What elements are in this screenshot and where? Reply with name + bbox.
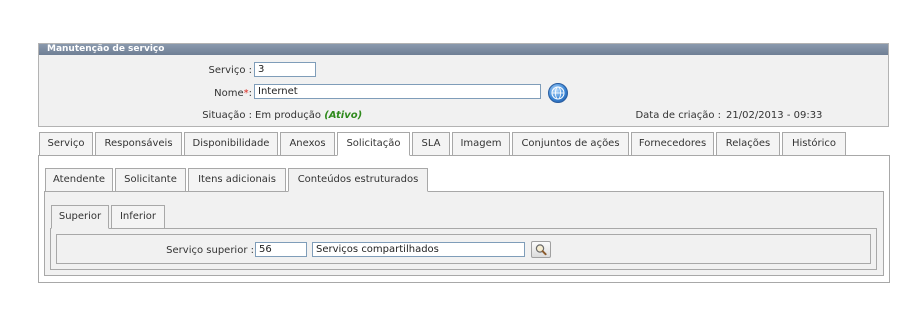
globe-icon[interactable] — [548, 83, 568, 103]
tab-solicitacao[interactable]: Solicitação — [337, 132, 410, 156]
tab-conteudos-estruturados[interactable]: Conteúdos estruturados — [288, 168, 428, 192]
nome-label-colon: : — [248, 88, 252, 99]
tab-servico[interactable]: Serviço — [39, 132, 93, 156]
servico-superior-name-field[interactable] — [312, 242, 525, 257]
tab-historico[interactable]: Histórico — [782, 132, 846, 156]
nome-label-text: Nome — [214, 88, 244, 99]
data-criacao-value: 21/02/2013 - 09:33 — [726, 110, 823, 121]
tab-conjuntos-de-acoes[interactable]: Conjuntos de ações — [512, 132, 629, 156]
tab-fornecedores[interactable]: Fornecedores — [631, 132, 714, 156]
magnifier-icon — [535, 244, 547, 256]
search-button[interactable] — [531, 241, 551, 258]
tab-responsaveis[interactable]: Responsáveis — [95, 132, 182, 156]
nome-field[interactable] — [254, 84, 541, 99]
tab-imagem[interactable]: Imagem — [452, 132, 510, 156]
tab-solicitante[interactable]: Solicitante — [115, 168, 186, 192]
servico-superior-label: Serviço superior : — [166, 245, 254, 256]
data-criacao-label: Data de criação : — [635, 110, 721, 121]
servico-label: Serviço : — [208, 65, 252, 76]
tab-atendente[interactable]: Atendente — [45, 168, 113, 192]
tab-itens-adicionais[interactable]: Itens adicionais — [188, 168, 286, 192]
tab-relacoes[interactable]: Relações — [716, 132, 780, 156]
panel-title: Manutenção de serviço — [39, 44, 888, 55]
tab-anexos[interactable]: Anexos — [280, 132, 335, 156]
servico-superior-code-field[interactable] — [255, 242, 307, 257]
status-badge: (Ativo) — [324, 110, 363, 121]
situacao-value: Em produção (Ativo) — [255, 110, 362, 121]
situacao-label: Situação : — [202, 110, 252, 121]
nome-label: Nome*: — [150, 88, 252, 99]
tab-inferior[interactable]: Inferior — [111, 205, 165, 229]
situacao-text: Em produção — [255, 110, 322, 121]
tab-sla[interactable]: SLA — [412, 132, 450, 156]
servico-field[interactable] — [254, 62, 316, 77]
tab-disponibilidade[interactable]: Disponibilidade — [184, 132, 278, 156]
tab-superior[interactable]: Superior — [51, 205, 109, 229]
